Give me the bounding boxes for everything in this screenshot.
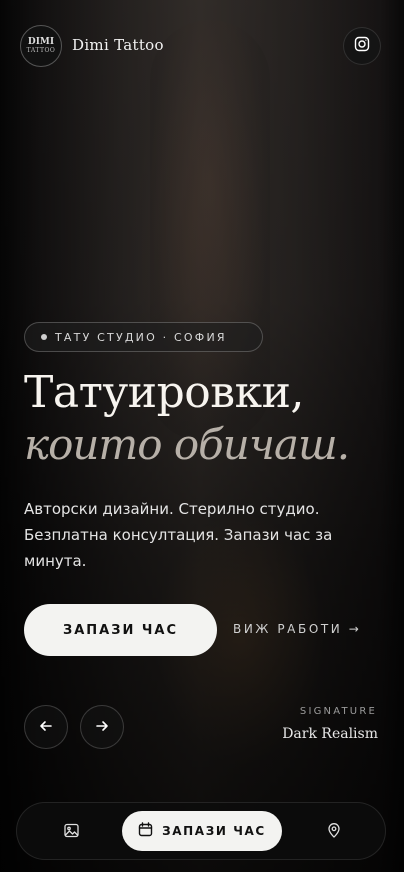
signature-label: SIGNATURE (299, 706, 377, 717)
hero-headline-italic: които обичаш. (24, 420, 350, 469)
carousel-next-button[interactable] (80, 705, 124, 749)
instagram-icon (354, 36, 370, 56)
carousel-prev-button[interactable] (24, 705, 68, 749)
book-appointment-button[interactable]: ЗАПАЗИ ЧАС (24, 604, 217, 656)
instagram-button[interactable] (343, 27, 381, 65)
calendar-icon (138, 822, 162, 840)
location-pin-icon (327, 822, 341, 842)
hero-headline: Татуировки, (24, 367, 304, 418)
location-nav-button[interactable] (324, 822, 344, 842)
logo-text-bottom: TATTOO (26, 47, 56, 54)
studio-tag-label: ТАТУ СТУДИО · СОФИЯ (55, 330, 227, 344)
bottom-navigation: ЗАПАЗИ ЧАС (16, 802, 386, 860)
hero-description: Авторски дизайни. Стерилно студио. Безпл… (24, 500, 333, 570)
bottom-book-label: ЗАПАЗИ ЧАС (162, 824, 266, 838)
studio-logo[interactable]: DIMI TATTOO (20, 25, 62, 67)
top-bar: DIMI TATTOO Dimi Tattoo (0, 0, 404, 92)
brand-name[interactable]: Dimi Tattoo (72, 36, 164, 54)
arrow-left-icon (39, 718, 53, 737)
studio-tag: ТАТУ СТУДИО · СОФИЯ (24, 322, 263, 352)
image-icon (63, 823, 79, 842)
tag-dot-icon (41, 334, 47, 340)
bottom-book-button[interactable]: ЗАПАЗИ ЧАС (122, 811, 282, 851)
signature-style: Dark Realism (282, 726, 378, 742)
view-works-link[interactable]: ВИЖ РАБОТИ → (233, 622, 361, 636)
logo-text-top: DIMI (27, 37, 55, 47)
gallery-nav-button[interactable] (61, 822, 81, 842)
arrow-right-icon (95, 718, 109, 737)
